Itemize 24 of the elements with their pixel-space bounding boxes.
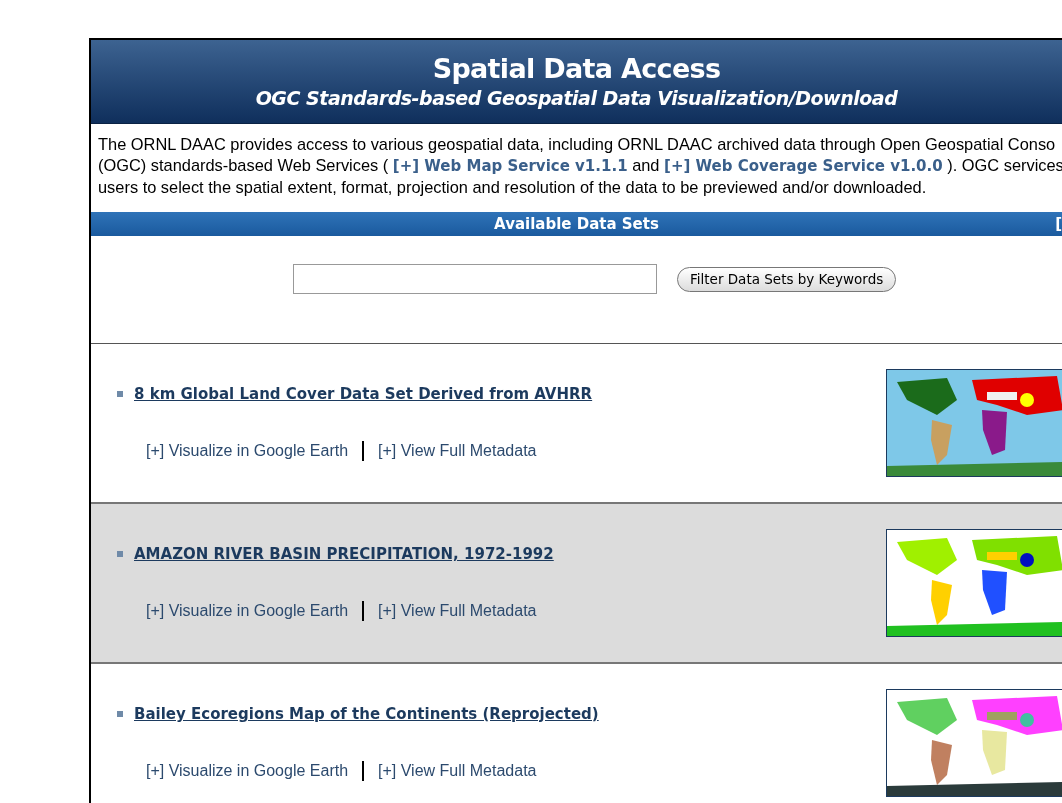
page-subtitle: OGC Standards-based Geospatial Data Visualization/Download — [255, 85, 898, 111]
intro-text: and — [631, 156, 661, 174]
metadata-link[interactable]: [+] View Full Metadata — [378, 598, 537, 623]
dataset-title-link[interactable]: 8 km Global Land Cover Data Set Derived from AVHRR — [134, 383, 593, 406]
visualize-link[interactable]: [+] Visualize in Google Earth — [146, 598, 349, 623]
intro-text: users to select the spatial extent, format, projection and resolution of the data to be previewed and/or downloaded. — [98, 178, 927, 196]
page-title: Spatial Data Access — [432, 52, 721, 85]
metadata-link[interactable]: [+] View Full Metadata — [378, 438, 537, 463]
section-title: Available Data Sets — [494, 213, 659, 235]
intro-text: The ORNL DAAC provides access to various geospatial data, including ORNL DAAC archived data through Open Geospatial Conso — [98, 135, 1056, 153]
bullet-icon — [117, 551, 123, 558]
metadata-link[interactable]: [+] View Full Metadata — [378, 758, 537, 783]
dataset-title-link[interactable]: AMAZON RIVER BASIN PRECIPITATION, 1972-1992 — [134, 543, 554, 566]
visualize-link[interactable]: [+] Visualize in Google Earth — [146, 758, 349, 783]
keyword-field[interactable] — [293, 264, 657, 294]
bullet-icon — [117, 711, 123, 718]
bullet-icon — [117, 391, 123, 398]
service-link[interactable]: [+] Web Coverage Service v1.0.0 — [664, 157, 943, 175]
dataset-title-link[interactable]: Bailey Ecoregions Map of the Continents (Reprojected) — [134, 703, 599, 726]
section-bar-text: [ — [1055, 214, 1062, 235]
visualize-link[interactable]: [+] Visualize in Google Earth — [146, 438, 349, 463]
service-link[interactable]: [+] Web Map Service v1.1.1 — [392, 157, 628, 175]
intro-text: (OGC) standards-based Web Services ( — [98, 156, 390, 174]
filter-button[interactable]: Filter Data Sets by Keywords — [677, 267, 897, 292]
